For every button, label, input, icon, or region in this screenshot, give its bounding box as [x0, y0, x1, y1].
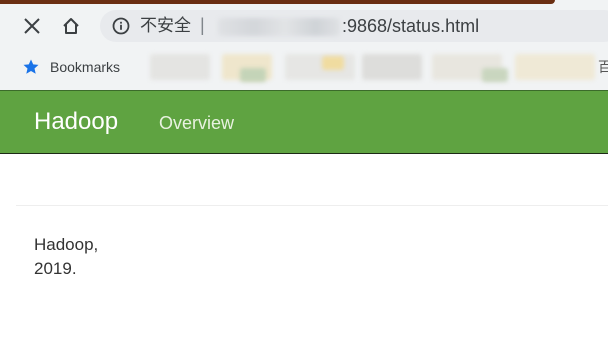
redacted-bookmark[interactable]: [285, 54, 355, 80]
bookmarks-button[interactable]: Bookmarks: [22, 58, 120, 76]
redacted-bookmark[interactable]: [362, 54, 422, 80]
browser-chrome: 不安全 | :9868/status.html Bookmarks 百: [0, 0, 608, 90]
footer: Hadoop, 2019.: [34, 233, 98, 281]
security-status-label[interactable]: 不安全: [140, 16, 191, 36]
top-navbar: Hadoop Overview: [0, 90, 608, 154]
home-icon: [63, 18, 79, 34]
redacted-bookmark[interactable]: [515, 54, 595, 80]
redacted-bookmark-icon: [322, 56, 344, 70]
redacted-bookmark-icon: [240, 68, 266, 82]
redacted-bookmark[interactable]: [150, 54, 210, 80]
bookmark-edge-text[interactable]: 百: [598, 57, 608, 77]
star-icon: [23, 59, 39, 74]
redacted-host: [218, 18, 340, 36]
brand-logo-text[interactable]: Hadoop: [34, 108, 118, 136]
address-separator: |: [200, 15, 205, 35]
home-button[interactable]: [57, 12, 85, 40]
browser-toolbar: 不安全 | :9868/status.html: [0, 4, 608, 48]
info-icon[interactable]: [112, 17, 130, 35]
address-bar[interactable]: 不安全 | :9868/status.html: [100, 10, 608, 42]
url-text[interactable]: :9868/status.html: [342, 16, 479, 36]
nav-link-overview[interactable]: Overview: [159, 112, 234, 134]
bookmarks-bar: Bookmarks 百: [0, 48, 608, 88]
content-divider: [16, 205, 608, 206]
footer-line-2: 2019.: [34, 259, 77, 278]
close-tab-button[interactable]: [18, 12, 46, 40]
footer-line-1: Hadoop,: [34, 235, 99, 254]
bookmarks-label: Bookmarks: [50, 59, 121, 75]
close-icon: [24, 18, 40, 34]
redacted-bookmark-icon: [482, 68, 508, 82]
